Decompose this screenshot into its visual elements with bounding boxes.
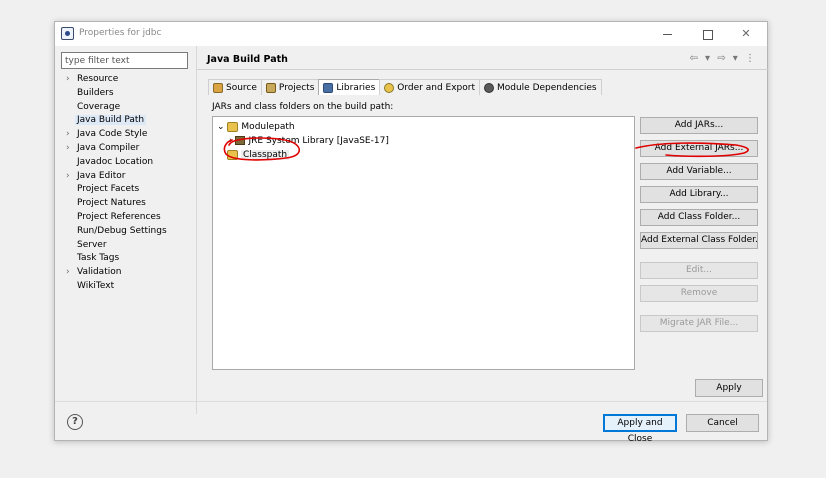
- sidebar-item-javadoc-location[interactable]: Javadoc Location: [59, 156, 194, 170]
- help-icon[interactable]: ?: [67, 414, 83, 430]
- sidebar-item-run-debug-settings[interactable]: Run/Debug Settings: [59, 225, 194, 239]
- sidebar-tree: › Resource Builders Coverage Java Build P…: [59, 73, 194, 294]
- header-divider: [197, 69, 769, 70]
- chevron-right-icon[interactable]: ›: [66, 73, 70, 87]
- tab-module-dependencies[interactable]: Module Dependencies: [478, 79, 602, 95]
- add-external-jars-button[interactable]: Add External JARs...: [640, 140, 758, 157]
- migrate-jar-button[interactable]: Migrate JAR File...: [640, 315, 758, 332]
- close-button[interactable]: ✕: [731, 24, 761, 44]
- module-icon: [483, 82, 494, 93]
- tab-order-and-export[interactable]: Order and Export: [379, 79, 480, 95]
- properties-dialog: Properties for jdbc ✕ ›Resource Builders…: [54, 21, 769, 444]
- chevron-right-icon[interactable]: ›: [229, 136, 233, 146]
- sidebar-item-resource[interactable]: › Resource: [59, 73, 194, 87]
- libraries-icon: [323, 82, 334, 93]
- add-variable-button[interactable]: Add Variable...: [640, 163, 758, 180]
- sidebar-item-validation[interactable]: › Validation: [59, 266, 194, 280]
- sidebar-item-project-natures[interactable]: Project Natures: [59, 197, 194, 211]
- tree-node-modulepath[interactable]: ⌄ Modulepath: [217, 121, 295, 134]
- sidebar-item-java-editor[interactable]: › Java Editor: [59, 170, 194, 184]
- maximize-button[interactable]: [693, 24, 723, 44]
- cancel-button[interactable]: Cancel: [686, 414, 759, 432]
- library-jar-icon: [235, 136, 246, 145]
- tab-source[interactable]: Source: [208, 79, 262, 95]
- sidebar-item-project-references[interactable]: Project References: [59, 211, 194, 225]
- classpath-icon: [227, 149, 238, 160]
- history-nav-icons[interactable]: ⇦ ▾ ⇨ ▾ ⋮: [689, 53, 757, 64]
- page-title: Java Build Path: [207, 54, 288, 65]
- add-library-button[interactable]: Add Library...: [640, 186, 758, 203]
- minimize-button[interactable]: [653, 24, 683, 44]
- sidebar-item-project-facets[interactable]: Project Facets: [59, 183, 194, 197]
- projects-icon: [265, 82, 276, 93]
- sidebar-item-task-tags[interactable]: Task Tags: [59, 252, 194, 266]
- chevron-right-icon[interactable]: ›: [66, 128, 70, 142]
- filter-input[interactable]: [61, 52, 188, 69]
- add-jars-button[interactable]: Add JARs...: [640, 117, 758, 134]
- sidebar-item-server[interactable]: Server: [59, 239, 194, 253]
- sidebar-item-coverage[interactable]: Coverage: [59, 101, 194, 115]
- eclipse-app-icon: [61, 27, 74, 40]
- order-export-icon: [384, 82, 395, 93]
- modulepath-icon: [227, 121, 239, 132]
- chevron-right-icon[interactable]: ›: [66, 170, 70, 184]
- add-class-folder-button[interactable]: Add Class Folder...: [640, 209, 758, 226]
- edit-button[interactable]: Edit...: [640, 262, 758, 279]
- tab-libraries[interactable]: Libraries: [318, 79, 381, 95]
- tree-node-classpath[interactable]: Classpath: [227, 149, 290, 162]
- sidebar-item-java-code-style[interactable]: › Java Code Style: [59, 128, 194, 142]
- window-title: Properties for jdbc: [79, 28, 162, 38]
- chevron-right-icon[interactable]: ›: [66, 266, 70, 280]
- apply-button[interactable]: Apply: [695, 379, 763, 397]
- source-folder-icon: [213, 82, 223, 93]
- tab-strip: Source Projects Libraries Order and Expo…: [208, 79, 602, 95]
- build-path-heading: JARs and class folders on the build path…: [212, 102, 394, 112]
- sidebar-item-builders[interactable]: Builders: [59, 87, 194, 101]
- sash-divider[interactable]: [196, 46, 197, 414]
- tree-node-jre-system-library[interactable]: › JRE System Library [JavaSE-17]: [229, 135, 389, 148]
- remove-button[interactable]: Remove: [640, 285, 758, 302]
- add-external-class-folder-button[interactable]: Add External Class Folder...: [640, 232, 758, 249]
- sidebar-item-java-build-path[interactable]: Java Build Path: [59, 114, 194, 128]
- sidebar-item-java-compiler[interactable]: › Java Compiler: [59, 142, 194, 156]
- tab-projects[interactable]: Projects: [260, 79, 320, 95]
- footer-divider: [55, 401, 767, 402]
- chevron-right-icon[interactable]: ›: [66, 142, 70, 156]
- sidebar-item-wikitext[interactable]: WikiText: [59, 280, 194, 294]
- chevron-down-icon[interactable]: ⌄: [217, 122, 225, 132]
- title-bar: Properties for jdbc ✕: [55, 22, 767, 46]
- apply-and-close-button[interactable]: Apply and Close: [603, 414, 677, 444]
- build-path-tree[interactable]: ⌄ Modulepath › JRE System Library [JavaS…: [212, 116, 635, 370]
